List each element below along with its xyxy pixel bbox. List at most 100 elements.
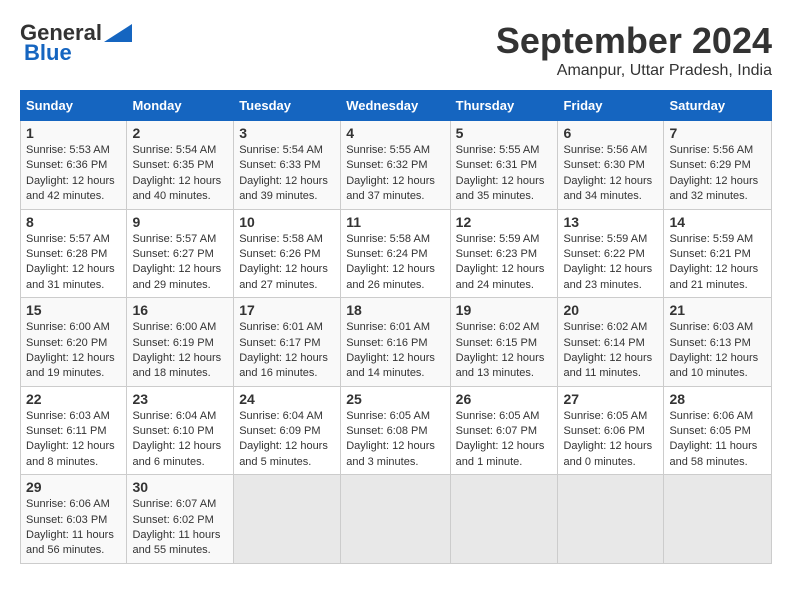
day-info: Sunrise: 5:57 AM Sunset: 6:27 PM Dayligh… [132,232,228,294]
calendar-cell: 15 Sunrise: 6:00 AM Sunset: 6:20 PM Dayli… [21,298,127,387]
day-number: 22 [26,391,121,407]
column-header-sunday: Sunday [21,91,127,121]
day-number: 7 [669,125,766,141]
calendar-cell: 8 Sunrise: 5:57 AM Sunset: 6:28 PM Daylig… [21,209,127,298]
day-info: Sunrise: 5:59 AM Sunset: 6:23 PM Dayligh… [456,232,553,294]
day-info: Sunrise: 6:03 AM Sunset: 6:11 PM Dayligh… [26,409,121,471]
calendar-cell: 27Sunrise: 6:05 AM Sunset: 6:06 PM Dayli… [558,386,664,475]
day-info: Sunrise: 6:02 AM Sunset: 6:14 PM Dayligh… [563,320,658,382]
calendar-cell: 17 Sunrise: 6:01 AM Sunset: 6:17 PM Dayli… [234,298,341,387]
column-header-wednesday: Wednesday [341,91,450,121]
calendar-cell: 23 Sunrise: 6:04 AM Sunset: 6:10 PM Dayli… [127,386,234,475]
calendar-cell: 12Sunrise: 5:59 AM Sunset: 6:23 PM Dayli… [450,209,558,298]
calendar-table: SundayMondayTuesdayWednesdayThursdayFrid… [20,90,772,564]
calendar-cell: 6 Sunrise: 5:56 AM Sunset: 6:30 PM Daylig… [558,121,664,210]
calendar-cell: 30 Sunrise: 6:07 AM Sunset: 6:02 PM Dayli… [127,475,234,564]
calendar-cell: 11 Sunrise: 5:58 AM Sunset: 6:24 PM Dayli… [341,209,450,298]
column-header-monday: Monday [127,91,234,121]
day-number: 13 [563,214,658,230]
day-number: 6 [563,125,658,141]
day-number: 14 [669,214,766,230]
day-info: Sunrise: 6:06 AM Sunset: 6:03 PM Dayligh… [26,497,121,559]
calendar-cell: 14Sunrise: 5:59 AM Sunset: 6:21 PM Dayli… [664,209,772,298]
day-info: Sunrise: 6:00 AM Sunset: 6:20 PM Dayligh… [26,320,121,382]
day-info: Sunrise: 6:00 AM Sunset: 6:19 PM Dayligh… [132,320,228,382]
day-info: Sunrise: 5:55 AM Sunset: 6:31 PM Dayligh… [456,143,553,205]
day-number: 8 [26,214,121,230]
column-header-friday: Friday [558,91,664,121]
logo: General Blue [20,20,132,66]
day-info: Sunrise: 6:04 AM Sunset: 6:09 PM Dayligh… [239,409,335,471]
day-info: Sunrise: 5:54 AM Sunset: 6:33 PM Dayligh… [239,143,335,205]
calendar-cell [664,475,772,564]
location-title: Amanpur, Uttar Pradesh, India [496,62,772,80]
day-info: Sunrise: 6:02 AM Sunset: 6:15 PM Dayligh… [456,320,553,382]
day-info: Sunrise: 6:04 AM Sunset: 6:10 PM Dayligh… [132,409,228,471]
day-number: 9 [132,214,228,230]
day-info: Sunrise: 5:56 AM Sunset: 6:30 PM Dayligh… [563,143,658,205]
day-number: 3 [239,125,335,141]
day-number: 11 [346,214,444,230]
calendar-cell: 29Sunrise: 6:06 AM Sunset: 6:03 PM Dayli… [21,475,127,564]
day-number: 25 [346,391,444,407]
day-number: 1 [26,125,121,141]
calendar-cell: 24 Sunrise: 6:04 AM Sunset: 6:09 PM Dayli… [234,386,341,475]
column-header-tuesday: Tuesday [234,91,341,121]
calendar-cell: 19 Sunrise: 6:02 AM Sunset: 6:15 PM Dayli… [450,298,558,387]
day-info: Sunrise: 6:05 AM Sunset: 6:07 PM Dayligh… [456,409,553,471]
day-number: 4 [346,125,444,141]
day-number: 28 [669,391,766,407]
calendar-cell: 18 Sunrise: 6:01 AM Sunset: 6:16 PM Dayli… [341,298,450,387]
day-info: Sunrise: 5:58 AM Sunset: 6:26 PM Dayligh… [239,232,335,294]
calendar-cell: 25 Sunrise: 6:05 AM Sunset: 6:08 PM Dayli… [341,386,450,475]
calendar-cell: 1Sunrise: 5:53 AM Sunset: 6:36 PM Daylig… [21,121,127,210]
day-number: 19 [456,302,553,318]
day-info: Sunrise: 6:07 AM Sunset: 6:02 PM Dayligh… [132,497,228,559]
day-info: Sunrise: 6:01 AM Sunset: 6:16 PM Dayligh… [346,320,444,382]
day-number: 20 [563,302,658,318]
calendar-body: 1Sunrise: 5:53 AM Sunset: 6:36 PM Daylig… [21,121,772,564]
day-number: 18 [346,302,444,318]
day-number: 26 [456,391,553,407]
day-info: Sunrise: 5:57 AM Sunset: 6:28 PM Dayligh… [26,232,121,294]
day-number: 10 [239,214,335,230]
calendar-cell [450,475,558,564]
calendar-header-row: SundayMondayTuesdayWednesdayThursdayFrid… [21,91,772,121]
calendar-cell: 28 Sunrise: 6:06 AM Sunset: 6:05 PM Dayli… [664,386,772,475]
day-info: Sunrise: 5:58 AM Sunset: 6:24 PM Dayligh… [346,232,444,294]
week-row-4: 22 Sunrise: 6:03 AM Sunset: 6:11 PM Dayli… [21,386,772,475]
calendar-cell: 4Sunrise: 5:55 AM Sunset: 6:32 PM Daylig… [341,121,450,210]
day-info: Sunrise: 5:54 AM Sunset: 6:35 PM Dayligh… [132,143,228,205]
day-info: Sunrise: 5:59 AM Sunset: 6:22 PM Dayligh… [563,232,658,294]
day-number: 21 [669,302,766,318]
day-number: 15 [26,302,121,318]
day-number: 2 [132,125,228,141]
day-number: 16 [132,302,228,318]
day-number: 5 [456,125,553,141]
day-info: Sunrise: 6:01 AM Sunset: 6:17 PM Dayligh… [239,320,335,382]
calendar-cell [234,475,341,564]
calendar-cell: 9 Sunrise: 5:57 AM Sunset: 6:27 PM Daylig… [127,209,234,298]
day-info: Sunrise: 6:05 AM Sunset: 6:08 PM Dayligh… [346,409,444,471]
day-number: 27 [563,391,658,407]
calendar-cell: 13 Sunrise: 5:59 AM Sunset: 6:22 PM Dayli… [558,209,664,298]
day-number: 30 [132,479,228,495]
day-number: 23 [132,391,228,407]
day-info: Sunrise: 6:06 AM Sunset: 6:05 PM Dayligh… [669,409,766,471]
day-number: 17 [239,302,335,318]
calendar-cell: 26 Sunrise: 6:05 AM Sunset: 6:07 PM Dayli… [450,386,558,475]
calendar-cell: 22 Sunrise: 6:03 AM Sunset: 6:11 PM Dayli… [21,386,127,475]
calendar-cell: 7Sunrise: 5:56 AM Sunset: 6:29 PM Daylig… [664,121,772,210]
week-row-1: 1Sunrise: 5:53 AM Sunset: 6:36 PM Daylig… [21,121,772,210]
week-row-3: 15 Sunrise: 6:00 AM Sunset: 6:20 PM Dayli… [21,298,772,387]
column-header-thursday: Thursday [450,91,558,121]
calendar-cell [341,475,450,564]
day-info: Sunrise: 6:03 AM Sunset: 6:13 PM Dayligh… [669,320,766,382]
calendar-cell: 2 Sunrise: 5:54 AM Sunset: 6:35 PM Daylig… [127,121,234,210]
column-header-saturday: Saturday [664,91,772,121]
month-title: September 2024 [496,20,772,62]
day-number: 24 [239,391,335,407]
calendar-cell: 16 Sunrise: 6:00 AM Sunset: 6:19 PM Dayli… [127,298,234,387]
calendar-cell: 21 Sunrise: 6:03 AM Sunset: 6:13 PM Dayli… [664,298,772,387]
calendar-cell [558,475,664,564]
